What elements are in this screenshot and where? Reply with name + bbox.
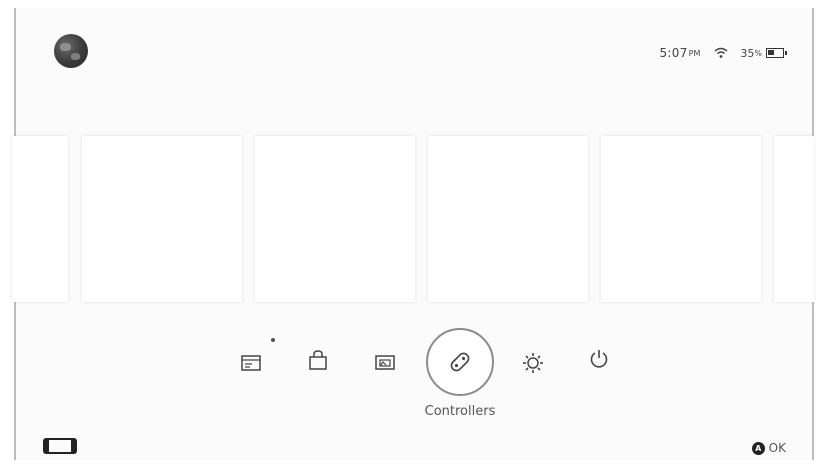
globe-land-shape — [71, 53, 80, 60]
wifi-icon — [714, 47, 728, 58]
home-screen: 5:07 PM 35 % Controllers A OK — [12, 8, 814, 460]
ok-button-hint[interactable]: A OK — [751, 441, 786, 455]
news-icon — [241, 355, 261, 371]
handheld-console-icon — [43, 438, 77, 454]
news-button[interactable] — [234, 346, 268, 380]
status-bar: 5:07 PM 35 % — [659, 46, 787, 60]
controller-icon — [450, 352, 470, 372]
clock-ampm: PM — [688, 48, 701, 58]
battery-nub — [785, 51, 787, 55]
gear-icon — [523, 353, 543, 373]
album-button[interactable] — [368, 345, 402, 379]
user-avatar[interactable] — [54, 34, 88, 68]
power-icon — [590, 350, 608, 368]
battery-percent-sign: % — [754, 48, 762, 58]
game-tile[interactable] — [601, 136, 761, 302]
news-badge — [271, 338, 275, 342]
game-tiles-row — [12, 136, 814, 306]
eshop-button[interactable] — [301, 343, 335, 377]
globe-avatar-icon — [60, 43, 71, 51]
sleep-mode-button[interactable] — [582, 342, 616, 376]
game-tile[interactable] — [12, 136, 68, 302]
system-settings-button[interactable] — [516, 346, 550, 380]
game-tile[interactable] — [428, 136, 588, 302]
system-dock — [16, 328, 812, 408]
battery-percent: 35 — [740, 46, 755, 60]
console-frame: 5:07 PM 35 % Controllers A OK — [0, 0, 824, 465]
battery-fill — [768, 50, 774, 55]
album-icon — [375, 355, 395, 370]
game-tile[interactable] — [255, 136, 415, 302]
selected-dock-label: Controllers — [424, 404, 496, 419]
shopping-bag-icon — [309, 350, 327, 370]
battery-icon — [766, 48, 787, 58]
game-tile[interactable] — [774, 136, 814, 302]
ok-label: OK — [768, 441, 786, 455]
a-button-icon: A — [751, 441, 765, 455]
clock-time: 5:07 — [659, 46, 688, 60]
controllers-button[interactable] — [426, 328, 494, 396]
game-tile[interactable] — [82, 136, 242, 302]
